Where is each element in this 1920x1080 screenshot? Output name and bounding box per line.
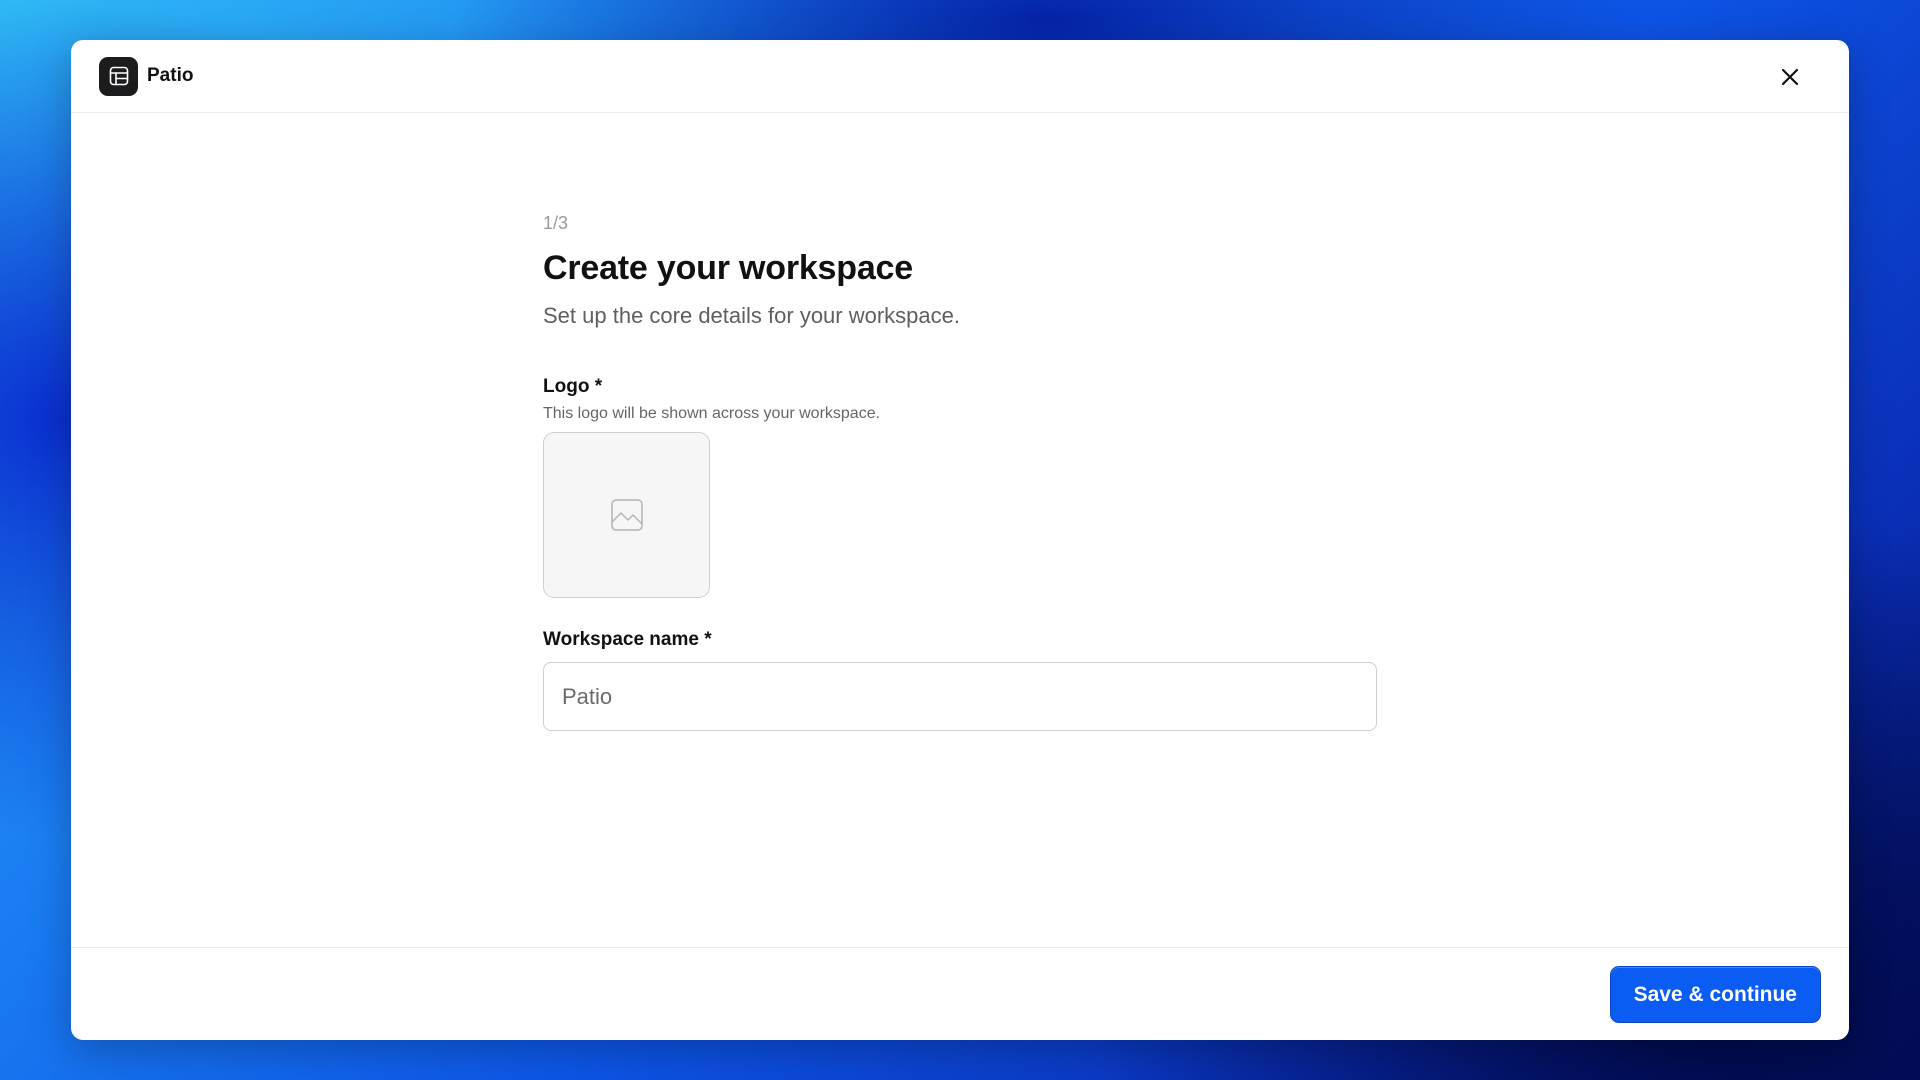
logo-label: Logo *	[543, 376, 603, 397]
workspace-name-label: Workspace name *	[543, 629, 712, 650]
modal-footer: Save & continue	[71, 947, 1849, 1040]
close-button[interactable]	[1777, 64, 1803, 90]
onboarding-modal: Patio 1/3 Create your workspace Set up t…	[71, 40, 1849, 1040]
close-icon	[1781, 68, 1799, 86]
image-placeholder-icon	[610, 499, 643, 531]
modal-header: Patio	[71, 40, 1849, 113]
save-continue-button[interactable]: Save & continue	[1609, 966, 1821, 1023]
app-name: Patio	[147, 65, 194, 86]
step-indicator: 1/3	[543, 213, 569, 233]
workspace-name-input[interactable]	[543, 662, 1377, 731]
page-subtitle: Set up the core details for your workspa…	[543, 303, 960, 328]
logo-upload-dropzone[interactable]	[543, 432, 710, 598]
wizard-content: 1/3 Create your workspace Set up the cor…	[543, 212, 1383, 731]
patio-logo-icon	[99, 56, 138, 96]
page-title: Create your workspace	[543, 249, 913, 287]
logo-help-text: This logo will be shown across your work…	[543, 405, 881, 422]
